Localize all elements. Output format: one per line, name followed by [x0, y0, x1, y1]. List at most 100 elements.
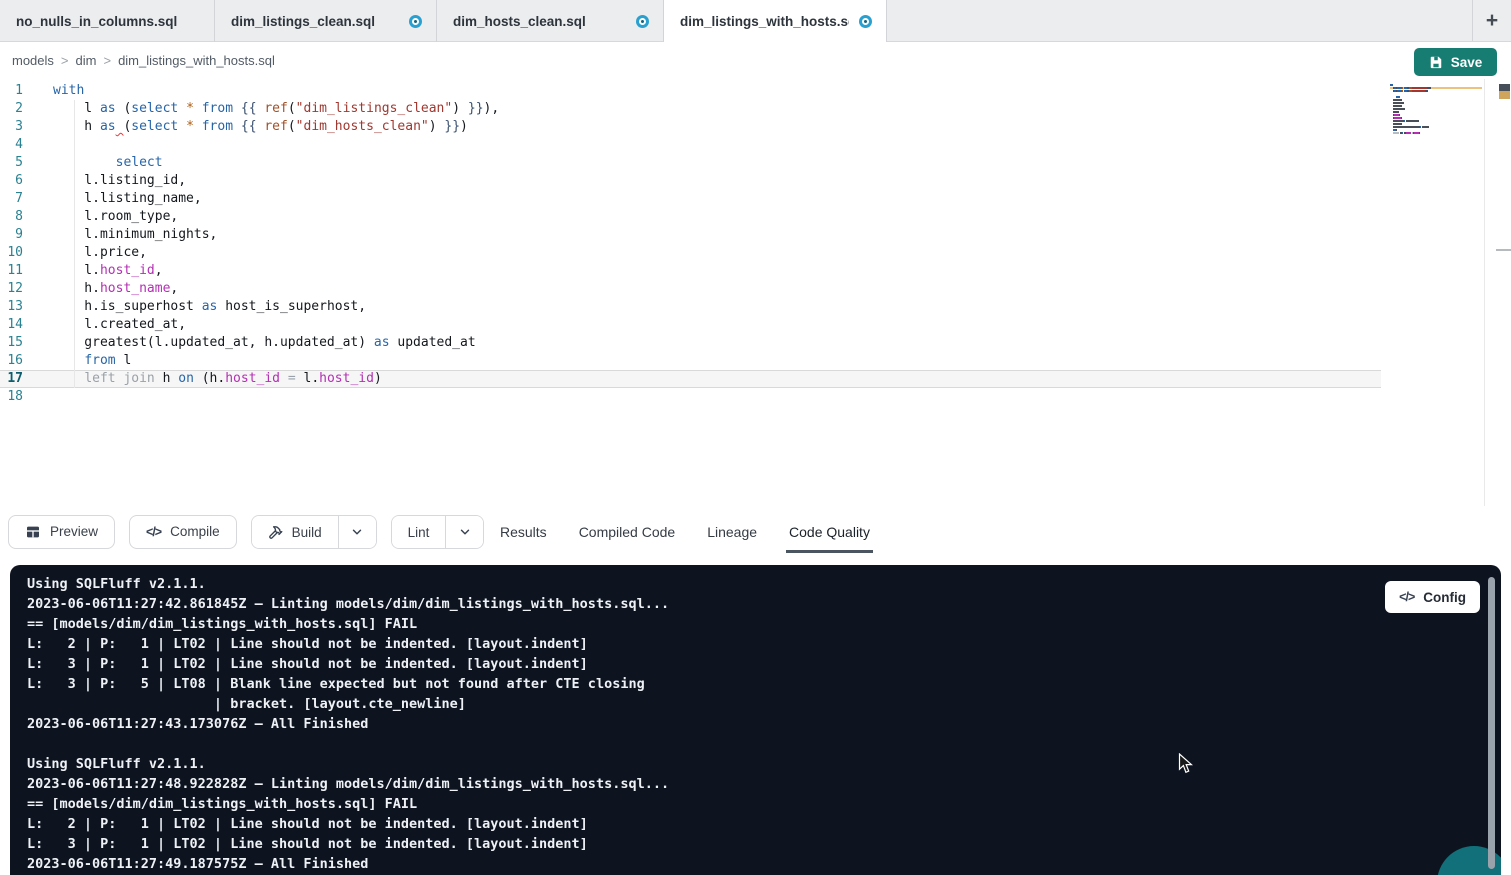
code-text: greatest(l.updated_at, h.updated_at) as …	[53, 334, 476, 352]
code-line[interactable]: 1 with	[0, 82, 1381, 100]
tab-bar-tabs: no_nulls_in_columns.sql dim_listings_clea…	[0, 0, 887, 42]
line-number: 4	[0, 136, 30, 154]
code-text: l as (select * from {{ ref("dim_listings…	[53, 100, 499, 118]
tab-bar: no_nulls_in_columns.sql dim_listings_clea…	[0, 0, 1511, 42]
config-button-label: Config	[1423, 590, 1466, 605]
line-number: 3	[0, 118, 30, 136]
tab-no_nulls_in_columns.sql[interactable]: no_nulls_in_columns.sql	[0, 0, 215, 42]
new-tab-zone: +	[1472, 0, 1511, 41]
build-button[interactable]: Build	[252, 516, 338, 549]
code-text: select	[53, 154, 163, 172]
line-number: 18	[0, 388, 30, 406]
line-number: 11	[0, 262, 30, 280]
tab-label: no_nulls_in_columns.sql	[16, 14, 177, 29]
code-line[interactable]: 10 l.price,	[0, 244, 1381, 262]
action-bar: Preview </> Compile Build	[0, 510, 1511, 553]
code-line[interactable]: 3 h as (select * from {{ ref("dim_hosts_…	[0, 118, 1381, 136]
code-line[interactable]: 9 l.minimum_nights,	[0, 226, 1381, 244]
panel-tab-results[interactable]: Results	[497, 510, 550, 553]
panel-tab-lineage[interactable]: Lineage	[704, 510, 760, 553]
line-number: 12	[0, 280, 30, 298]
code-lines: 1with2 l as (select * from {{ ref("dim_l…	[0, 79, 1511, 406]
code-text: l.created_at,	[53, 316, 186, 334]
lint-button-label: Lint	[408, 525, 430, 540]
code-text: with	[53, 82, 84, 100]
code-text: l.minimum_nights,	[53, 226, 217, 244]
line-number: 9	[0, 226, 30, 244]
preview-table-icon	[25, 524, 41, 540]
code-line[interactable]: 12 h.host_name,	[0, 280, 1381, 298]
breadcrumb: models>dim>dim_listings_with_hosts.sql	[12, 52, 275, 70]
lint-split-button: Lint	[391, 515, 485, 549]
panel-tab-compiled-code[interactable]: Compiled Code	[576, 510, 679, 553]
code-line[interactable]: 14 l.created_at,	[0, 316, 1381, 334]
code-line[interactable]: 4	[0, 136, 1381, 154]
breadcrumb-row: models>dim>dim_listings_with_hosts.sql S…	[0, 42, 1511, 79]
save-icon	[1429, 55, 1443, 69]
minimap[interactable]	[1390, 84, 1482, 138]
build-dropdown-button[interactable]	[338, 516, 376, 548]
code-line[interactable]: 17 left join h on (h.host_id = l.host_id…	[0, 370, 1381, 388]
compile-button[interactable]: </> Compile	[129, 515, 237, 549]
code-line[interactable]: 7 l.listing_name,	[0, 190, 1381, 208]
unsaved-changes-icon	[859, 15, 872, 28]
code-line[interactable]: 18	[0, 388, 1381, 406]
line-number: 7	[0, 190, 30, 208]
code-text: from l	[53, 352, 131, 370]
tab-dim_listings_with_hosts.sql[interactable]: dim_listings_with_hosts.sql	[664, 0, 887, 42]
chevron-down-icon	[458, 525, 472, 539]
chevron-down-icon	[350, 525, 364, 539]
line-number: 13	[0, 298, 30, 316]
terminal-scrollbar[interactable]	[1488, 577, 1495, 869]
code-line[interactable]: 16 from l	[0, 352, 1381, 370]
code-text: l.listing_name,	[53, 190, 202, 208]
panel-tab-code-quality[interactable]: Code Quality	[786, 510, 873, 553]
code-line[interactable]: 8 l.room_type,	[0, 208, 1381, 226]
lint-output-panel: Using SQLFluff v2.1.1. 2023-06-06T11:27:…	[10, 565, 1501, 875]
panel-tabs: Results Compiled Code Lineage Code Quality	[497, 510, 873, 553]
code-icon: </>	[146, 525, 161, 539]
compile-button-label: Compile	[170, 524, 220, 539]
tab-dim_listings_clean.sql[interactable]: dim_listings_clean.sql	[215, 0, 437, 42]
build-split-button: Build	[251, 515, 377, 549]
breadcrumb-separator-icon: >	[96, 53, 118, 68]
code-line[interactable]: 13 h.is_superhost as host_is_superhost,	[0, 298, 1381, 316]
tab-label: dim_hosts_clean.sql	[453, 14, 586, 29]
line-number: 15	[0, 334, 30, 352]
code-text: l.room_type,	[53, 208, 178, 226]
breadcrumb-separator-icon: >	[54, 53, 76, 68]
code-line[interactable]: 5 select	[0, 154, 1381, 172]
unsaved-changes-icon	[636, 15, 649, 28]
tab-dim_hosts_clean.sql[interactable]: dim_hosts_clean.sql	[437, 0, 664, 42]
code-icon: </>	[1399, 590, 1414, 604]
line-number: 2	[0, 100, 30, 118]
save-button[interactable]: Save	[1414, 48, 1497, 76]
line-number: 16	[0, 352, 30, 370]
breadcrumb-item[interactable]: models	[12, 53, 54, 68]
preview-button[interactable]: Preview	[8, 515, 115, 549]
code-text: h as (select * from {{ ref("dim_hosts_cl…	[53, 118, 468, 136]
line-number: 1	[0, 82, 30, 100]
new-tab-button[interactable]: +	[1486, 10, 1498, 31]
line-number: 6	[0, 172, 30, 190]
breadcrumb-item[interactable]: dim_listings_with_hosts.sql	[118, 53, 275, 68]
hammer-icon	[268, 525, 283, 540]
line-number: 14	[0, 316, 30, 334]
tab-label: dim_listings_with_hosts.sql	[680, 14, 849, 29]
code-text: l.host_id,	[53, 262, 163, 280]
code-line[interactable]: 15 greatest(l.updated_at, h.updated_at) …	[0, 334, 1381, 352]
lint-button[interactable]: Lint	[392, 516, 446, 549]
code-line[interactable]: 6 l.listing_id,	[0, 172, 1381, 190]
tab-label: dim_listings_clean.sql	[231, 14, 375, 29]
code-line[interactable]: 11 l.host_id,	[0, 262, 1381, 280]
code-editor[interactable]: 1with2 l as (select * from {{ ref("dim_l…	[0, 79, 1511, 506]
line-number: 8	[0, 208, 30, 226]
code-line[interactable]: 2 l as (select * from {{ ref("dim_listin…	[0, 100, 1381, 118]
lint-dropdown-button[interactable]	[445, 516, 483, 548]
config-button[interactable]: </> Config	[1385, 581, 1480, 613]
build-button-label: Build	[292, 525, 322, 540]
line-number: 5	[0, 154, 30, 172]
unsaved-changes-icon	[409, 15, 422, 28]
breadcrumb-item[interactable]: dim	[76, 53, 97, 68]
editor-actions: Preview </> Compile Build	[0, 515, 484, 549]
